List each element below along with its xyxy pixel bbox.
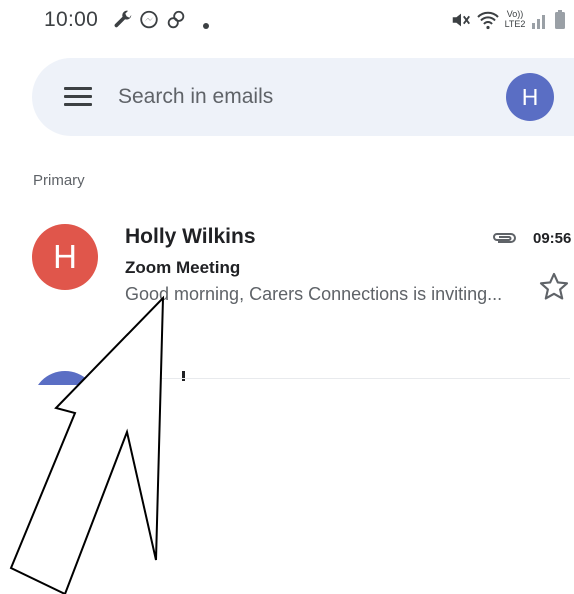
section-label-primary: Primary [33,172,85,189]
mute-icon [450,9,472,36]
wifi-icon [476,9,500,36]
volte-label-bottom: LTE2 [504,19,526,29]
email-subject: Zoom Meeting [125,258,241,277]
search-bar[interactable]: Search in emails H [32,58,574,136]
dot-icon [202,17,210,35]
arrow-shape [9,295,165,594]
email-row[interactable]: H Holly Wilkins Zoom Meeting Good mornin… [0,212,574,312]
search-input[interactable]: Search in emails [118,85,273,109]
signal-icon [530,9,550,36]
next-row-mark [182,371,185,381]
messenger-icon [138,9,160,36]
sender-name: Holly Wilkins [125,225,256,248]
sender-avatar[interactable]: H [32,224,98,290]
account-avatar[interactable]: H [506,73,554,121]
volte-icon: Vo)) LTE2 [502,9,528,29]
star-icon[interactable] [537,270,571,309]
volte-label-top: Vo)) [506,9,524,19]
next-sender-avatar [32,371,98,385]
wrench-icon [112,9,134,36]
status-time: 10:00 [44,8,99,31]
email-snippet: Good morning, Carers Connections is invi… [125,284,503,304]
divider [100,378,570,379]
menu-icon[interactable] [64,87,92,107]
email-time: 09:56 [533,230,572,247]
link-icon [165,9,187,36]
gmail-inbox-screen: 10:00 Vo)) LTE2 Search in emails H Prima… [0,0,574,594]
status-bar: 10:00 Vo)) LTE2 [0,0,574,44]
battery-icon [554,9,566,36]
attachment-icon [491,230,517,251]
next-email-row-partial[interactable] [0,365,574,385]
